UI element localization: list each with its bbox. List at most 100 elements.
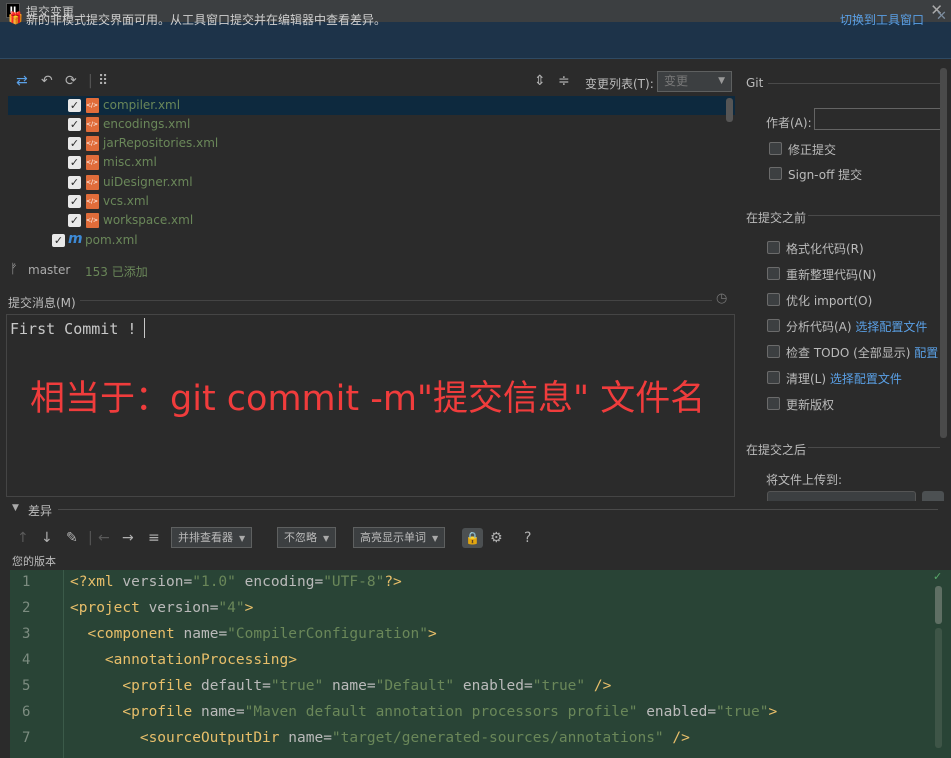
tree-row[interactable]: ✓ misc.xml: [8, 153, 735, 172]
choose-profile-link[interactable]: 选择配置文件: [855, 320, 927, 334]
checkbox[interactable]: [767, 293, 780, 306]
no-problems-check-icon: ✓: [933, 570, 943, 583]
file-name: vcs.xml: [103, 194, 149, 208]
checkbox[interactable]: ✓: [68, 118, 81, 131]
option-label: Sign-off 提交: [788, 168, 863, 182]
checkbox[interactable]: ✓: [68, 137, 81, 150]
collapse-diff-chevron-icon[interactable]: ▼: [12, 503, 19, 513]
checkbox[interactable]: [767, 371, 780, 384]
checkbox[interactable]: [767, 319, 780, 332]
diff-section-label: 差异: [28, 504, 53, 518]
your-version-label: 您的版本: [12, 555, 56, 568]
checkbox[interactable]: ✓: [52, 234, 65, 247]
xml-file-icon: [86, 175, 99, 190]
changes-tree: ✓ compiler.xml ✓ encodings.xml ✓ jarRepo…: [8, 96, 735, 258]
divider: [808, 447, 940, 448]
configure-link[interactable]: 配置: [914, 346, 938, 360]
checkbox[interactable]: ✓: [68, 156, 81, 169]
annotation-overlay: 相当于：git commit -m"提交信息" 文件名: [30, 379, 706, 419]
compare-next-file-icon[interactable]: →: [122, 530, 134, 546]
maven-icon: m: [68, 231, 83, 247]
upload-browse-button[interactable]: [922, 491, 944, 501]
tree-row[interactable]: ✓ compiler.xml: [8, 96, 735, 115]
tree-row[interactable]: ✓ uiDesigner.xml: [8, 173, 735, 192]
branch-name: master: [28, 263, 71, 277]
edit-source-icon[interactable]: ✎: [66, 530, 78, 546]
checkbox[interactable]: [767, 397, 780, 410]
tree-row[interactable]: ✓ encodings.xml: [8, 115, 735, 134]
banner-close-icon[interactable]: ✕: [936, 9, 947, 24]
tree-scrollbar[interactable]: [726, 98, 733, 122]
switch-to-tool-window-link[interactable]: 切换到工具窗口: [840, 11, 924, 28]
text-caret: [144, 318, 145, 338]
checkbox[interactable]: [767, 345, 780, 358]
viewer-type-select[interactable]: 并排查看器 ▼: [171, 527, 253, 548]
refresh-diff-icon[interactable]: ⇄: [16, 73, 28, 89]
option-label: 重新整理代码(N): [786, 268, 877, 282]
file-name: compiler.xml: [103, 98, 181, 112]
checkbox[interactable]: [769, 167, 782, 180]
group-by-icon[interactable]: ⠿: [98, 73, 108, 89]
commit-message-text: First Commit !: [10, 320, 137, 338]
tree-row[interactable]: ✓ m pom.xml: [8, 231, 735, 250]
line-number: 6: [22, 704, 31, 720]
line-number-gutter: [10, 570, 64, 758]
changelist-value: 变更: [664, 74, 689, 88]
file-list-icon[interactable]: ≡: [148, 530, 160, 546]
line-number: 1: [22, 574, 31, 590]
code-line: <sourceOutputDir name="target/generated-…: [139, 730, 690, 746]
lock-icon[interactable]: 🔒: [462, 528, 483, 548]
upload-target-select[interactable]: [767, 491, 916, 501]
gift-icon: 🎁: [8, 11, 23, 25]
divider: [768, 83, 940, 84]
tree-row[interactable]: ✓ workspace.xml: [8, 211, 735, 230]
next-difference-icon[interactable]: ↓: [41, 530, 53, 546]
history-clock-icon[interactable]: ◷: [716, 291, 727, 306]
commit-message-label: 提交消息(M): [8, 296, 76, 310]
highlight-words-select[interactable]: 高亮显示单词 ▼: [353, 527, 446, 548]
checkbox[interactable]: [767, 241, 780, 254]
line-number: 3: [22, 626, 31, 642]
collapse-all-icon[interactable]: ≑: [558, 73, 570, 89]
checkbox[interactable]: [769, 142, 782, 155]
expand-all-icon[interactable]: ⇕: [534, 73, 546, 89]
line-number: 7: [22, 730, 31, 746]
combo-value: 高亮显示单词: [360, 531, 426, 544]
checkbox[interactable]: ✓: [68, 99, 81, 112]
option-label: 分析代码(A) 选择配置文件: [786, 320, 928, 334]
upload-files-label: 将文件上传到:: [766, 473, 843, 487]
tree-row[interactable]: ✓ jarRepositories.xml: [8, 134, 735, 153]
rollback-icon[interactable]: ↶: [41, 73, 53, 89]
added-count: 153 已添加: [85, 265, 148, 279]
file-name: encodings.xml: [103, 117, 191, 131]
banner-text: 新的非模式提交界面可用。从工具窗口提交并在编辑器中查看差异。: [26, 13, 387, 27]
choose-profile-link[interactable]: 选择配置文件: [830, 372, 902, 386]
ignore-whitespace-select[interactable]: 不忽略 ▼: [277, 527, 337, 548]
changelist-select[interactable]: 变更 ▼: [657, 71, 732, 92]
option-label: 格式化代码(R): [786, 242, 864, 256]
refresh-icon[interactable]: ⟳: [65, 73, 77, 89]
help-icon[interactable]: ?: [524, 530, 531, 546]
previous-difference-icon[interactable]: ↑: [17, 530, 29, 546]
divider: [808, 215, 940, 216]
author-label: 作者(A):: [766, 116, 812, 130]
checkbox[interactable]: ✓: [68, 214, 81, 227]
option-label: 更新版权: [786, 398, 835, 412]
line-number: 4: [22, 652, 31, 668]
combo-value: 并排查看器: [178, 531, 233, 544]
divider: [58, 509, 938, 510]
diff-scrollbar-track: [935, 628, 942, 748]
tree-row[interactable]: ✓ vcs.xml: [8, 192, 735, 211]
diff-scrollbar-thumb[interactable]: [935, 586, 942, 624]
checkbox[interactable]: ✓: [68, 195, 81, 208]
checkbox[interactable]: ✓: [68, 176, 81, 189]
right-panel-scrollbar[interactable]: [940, 68, 947, 438]
combo-value: 不忽略: [284, 531, 317, 544]
compare-previous-file-icon[interactable]: ←: [98, 530, 110, 546]
file-name: pom.xml: [85, 233, 138, 247]
code-line: <profile default="true" name="Default" e…: [122, 678, 612, 694]
file-name: workspace.xml: [103, 213, 194, 227]
author-input[interactable]: [814, 108, 942, 130]
checkbox[interactable]: [767, 267, 780, 280]
settings-gear-icon[interactable]: ⚙: [490, 530, 503, 546]
